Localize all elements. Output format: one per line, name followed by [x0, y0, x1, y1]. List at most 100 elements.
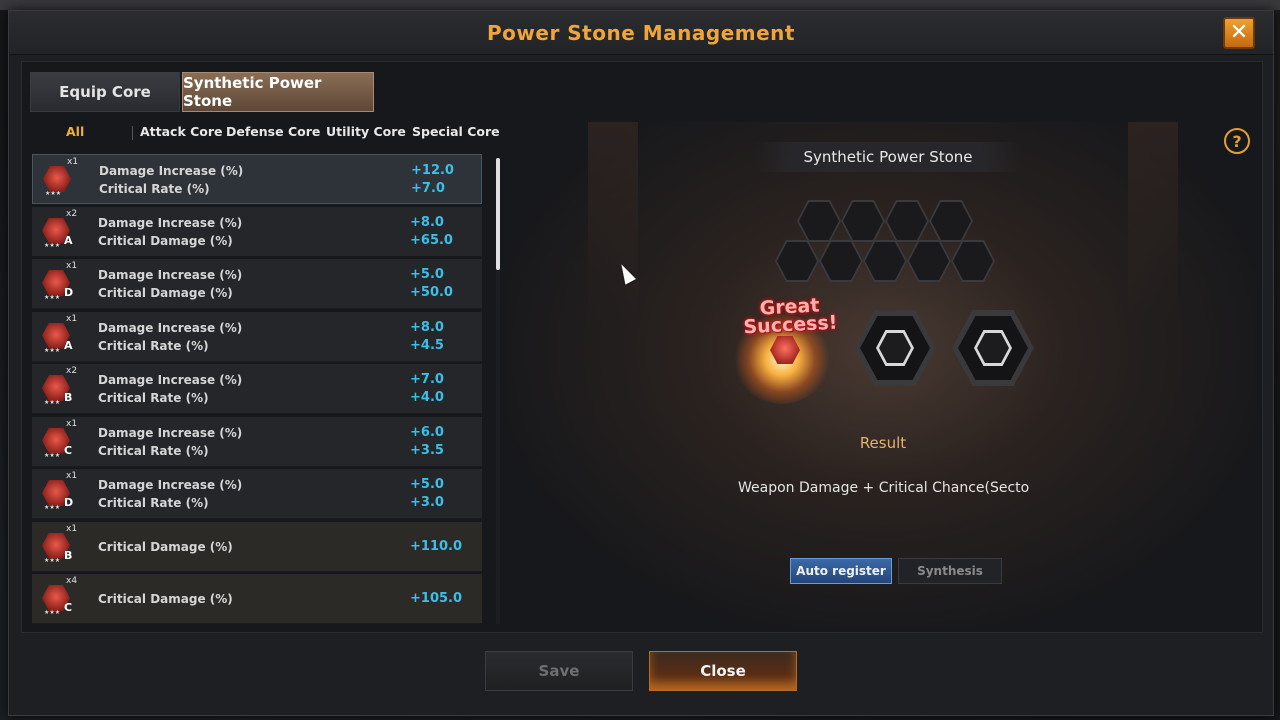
result-slot[interactable]: [854, 310, 936, 386]
stat-values: +110.0: [410, 538, 462, 556]
star-rating-icon: ★★★: [44, 241, 61, 249]
great-success-text: Great Success!: [743, 294, 838, 339]
list-item[interactable]: ★★★ Dx1 Damage Increase (%) Critical Damage…: [32, 259, 482, 309]
star-rating-icon: ★★★: [45, 190, 62, 197]
result-label: Result: [859, 434, 907, 452]
stat-name: Damage Increase (%): [98, 215, 243, 230]
stat-name: Damage Increase (%): [98, 268, 243, 282]
stat-values: +105.0: [410, 590, 462, 608]
power-stone-icon: ★★★ A: [40, 321, 73, 354]
stat-names: Damage Increase (%) Critical Rate (%): [99, 162, 243, 198]
stone-quantity: x2: [66, 366, 78, 376]
stat-value: +105.0: [410, 591, 463, 606]
stat-name: Critical Rate (%): [98, 338, 209, 353]
stone-quantity: x4: [66, 576, 78, 586]
background-strip: [0, 0, 1280, 10]
stat-name: Damage Increase (%): [98, 320, 243, 335]
tab-synthetic-power-stone[interactable]: Synthetic Power Stone: [182, 72, 374, 112]
stat-name: Critical Damage (%): [98, 539, 233, 554]
star-rating-icon: ★★★: [44, 294, 61, 301]
stone-quantity: x1: [66, 261, 78, 271]
stat-name: Critical Rate (%): [99, 182, 210, 196]
synthesis-panel: ? Synthetic Power Stone Great Success! R…: [508, 122, 1258, 628]
stat-name: Critical Rate (%): [98, 391, 209, 405]
stone-grade: B: [64, 391, 73, 404]
stat-values: +5.0 +3.0: [410, 476, 444, 512]
list-item[interactable]: ★★★ Cx1 Damage Increase (%) Critical Rate (…: [32, 416, 482, 467]
result-slot[interactable]: [952, 310, 1034, 386]
stat-value: +5.0: [410, 477, 444, 492]
stat-name: Critical Damage (%): [98, 286, 233, 300]
star-rating-icon: ★★★: [44, 504, 61, 511]
list-item[interactable]: ★★★ Ax2 Damage Increase (%) Critical Damage…: [32, 206, 482, 257]
auto-register-button[interactable]: Auto register: [790, 558, 892, 584]
category-defense-core[interactable]: Defense Core: [226, 124, 320, 139]
stat-name: Critical Damage (%): [98, 592, 233, 606]
stat-value: +65.0: [410, 232, 453, 248]
help-icon[interactable]: ?: [1224, 128, 1250, 154]
window-title: Power Stone Management: [487, 20, 795, 45]
stat-value: +110.0: [410, 538, 463, 554]
stat-value: +8.0: [410, 214, 444, 230]
stat-names: Damage Increase (%) Critical Damage (%): [98, 266, 242, 302]
star-rating-icon: ★★★: [44, 399, 61, 406]
scrollbar-thumb[interactable]: [496, 158, 500, 270]
power-stone-icon: ★★★ D: [40, 478, 74, 511]
power-stone-icon: ★★★ C: [40, 426, 72, 459]
stat-value: +7.0: [411, 181, 445, 196]
synthesis-button[interactable]: Synthesis: [898, 558, 1002, 584]
stone-quantity: x1: [66, 418, 78, 429]
stat-name: Damage Increase (%): [98, 425, 243, 440]
stone-quantity: x1: [66, 471, 78, 481]
save-button[interactable]: Save: [485, 651, 633, 691]
stat-name: Damage Increase (%): [98, 373, 243, 387]
list-item[interactable]: ★★★ Bx2 Damage Increase (%) Critical Rate (…: [32, 364, 482, 414]
stone-grade: A: [64, 338, 73, 352]
stat-value: +7.0: [410, 372, 444, 387]
stat-value: +4.0: [410, 390, 444, 405]
star-rating-icon: ★★★: [44, 609, 61, 616]
result-text: Weapon Damage + Critical Chance(Sector R…: [738, 480, 1030, 496]
stat-value: +5.0: [410, 267, 444, 282]
stone-quantity: x1: [66, 523, 78, 534]
stone-quantity: x1: [67, 157, 79, 167]
title-bar: Power Stone Management ✕: [9, 11, 1273, 55]
stat-value: +6.0: [410, 424, 444, 440]
list-item[interactable]: ★★★ Dx1 Damage Increase (%) Critical Rate (…: [32, 469, 482, 519]
close-button[interactable]: Close: [649, 651, 797, 691]
list-item[interactable]: ★★★ Bx1 Critical Damage (%) +110.0: [32, 521, 482, 572]
stone-quantity: x1: [66, 313, 78, 324]
category-filter-row: All Attack Core Defense Core Utility Cor…: [30, 120, 500, 146]
category-all[interactable]: All: [66, 124, 84, 139]
list-item[interactable]: ★★★ Ax1 Damage Increase (%) Critical Rate (…: [32, 311, 482, 362]
stat-names: Critical Damage (%): [98, 538, 233, 556]
stat-values: +5.0 +50.0: [410, 266, 453, 302]
background-pillar: [588, 122, 638, 322]
category-divider: [132, 126, 133, 140]
stat-value: +8.0: [410, 319, 444, 335]
list-item[interactable]: ★★★ x1 Damage Increase (%) Critical Rate (%…: [32, 154, 482, 204]
stone-grade: B: [64, 548, 73, 562]
category-utility-core[interactable]: Utility Core: [326, 124, 406, 139]
stone-hexagon: [43, 166, 71, 192]
power-stone-icon: ★★★ B: [40, 531, 73, 564]
background-pillar: [1128, 122, 1178, 322]
tab-equip-core[interactable]: Equip Core: [30, 72, 180, 112]
stat-value: +4.5: [410, 337, 444, 353]
stat-value: +3.5: [410, 442, 444, 458]
stat-names: Damage Increase (%) Critical Rate (%): [98, 424, 242, 460]
category-attack-core[interactable]: Attack Core: [140, 124, 223, 139]
stat-names: Damage Increase (%) Critical Rate (%): [98, 319, 242, 355]
power-stone-icon: ★★★: [41, 164, 73, 197]
category-special-core[interactable]: Special Core: [412, 124, 500, 139]
stat-values: +12.0 +7.0: [411, 162, 454, 198]
close-icon[interactable]: ✕: [1223, 17, 1255, 49]
stone-grade: D: [64, 496, 74, 509]
stat-name: Critical Rate (%): [98, 496, 209, 510]
power-stone-icon: ★★★ C: [40, 583, 72, 616]
star-rating-icon: ★★★: [44, 346, 61, 354]
list-item[interactable]: ★★★ Cx4 Critical Damage (%) +105.0: [32, 574, 482, 624]
stat-values: +7.0 +4.0: [410, 371, 444, 407]
power-stone-list: ★★★ x1 Damage Increase (%) Critical Rate (%…: [32, 154, 484, 626]
power-stone-icon: ★★★ D: [40, 268, 73, 301]
